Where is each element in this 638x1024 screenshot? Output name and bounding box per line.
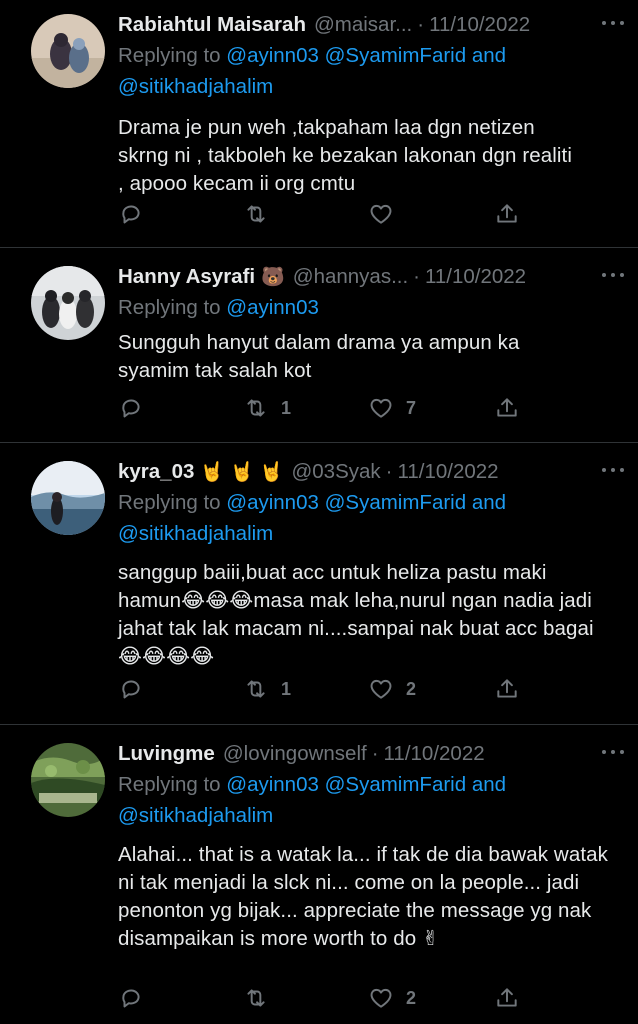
reply-button[interactable]: [118, 983, 144, 1013]
tweet-date[interactable]: 11/10/2022: [397, 457, 498, 487]
like-button[interactable]: [368, 199, 406, 229]
retweet-count: 1: [281, 397, 292, 418]
share-button[interactable]: [494, 393, 520, 423]
user-handle[interactable]: @03Syak: [291, 457, 380, 487]
reply-icon: [122, 399, 140, 418]
like-button[interactable]: 2: [368, 674, 416, 704]
retweet-button[interactable]: [243, 983, 281, 1013]
replying-label: Replying to: [118, 296, 227, 319]
replying-to: Replying to @ayinn03 @SyamimFarid and @s…: [118, 40, 618, 102]
tweet[interactable]: kyra_03 🤘 🤘 🤘 @03Syak · 11/10/2022 Reply…: [0, 443, 638, 725]
avatar[interactable]: [31, 266, 105, 340]
user-handle[interactable]: @maisar...: [314, 10, 412, 40]
retweet-button[interactable]: 1: [243, 674, 291, 704]
like-button[interactable]: 7: [368, 393, 416, 423]
separator-dot: ·: [385, 460, 393, 483]
replying-label: Replying to: [118, 491, 227, 514]
separator-dot: ·: [371, 742, 379, 765]
tweet-text: sanggup baiii,buat acc untuk heliza past…: [118, 561, 594, 668]
avatar[interactable]: [31, 743, 105, 817]
tweet[interactable]: Rabiahtul Maisarah @maisar... · 11/10/20…: [0, 0, 638, 248]
name-emoji: 🤘 🤘 🤘: [200, 461, 284, 483]
action-bar: 1 7: [118, 393, 518, 423]
action-bar: 2: [118, 983, 518, 1013]
retweet-button[interactable]: [243, 199, 281, 229]
replying-label: Replying to: [118, 44, 227, 67]
replying-to: Replying to @ayinn03 @SyamimFarid and @s…: [118, 487, 618, 549]
reply-icon: [122, 989, 140, 1008]
reply-icon: [122, 205, 140, 224]
retweet-button[interactable]: 1: [243, 393, 291, 423]
retweet-icon: [247, 680, 265, 698]
tweet-date[interactable]: 11/10/2022: [425, 262, 526, 292]
tweet-header: Hanny Asyrafi 🐻 @hannyas... · 11/10/2022: [118, 262, 618, 292]
avatar[interactable]: [31, 14, 105, 88]
like-count: 2: [406, 987, 417, 1008]
share-icon: [497, 988, 517, 1007]
user-handle[interactable]: @lovingownself: [223, 739, 367, 769]
retweet-count: 1: [281, 678, 292, 699]
display-name[interactable]: Luvingme: [118, 739, 215, 769]
display-name[interactable]: Hanny Asyrafi: [118, 262, 255, 292]
retweet-icon: [247, 989, 265, 1007]
mention-link[interactable]: @ayinn03: [226, 296, 319, 319]
tweet-header: kyra_03 🤘 🤘 🤘 @03Syak · 11/10/2022: [118, 457, 618, 487]
share-icon: [497, 204, 517, 223]
mention-link[interactable]: @sitikhadjahalim: [118, 75, 273, 98]
like-count: 7: [406, 397, 417, 418]
mention-links[interactable]: @ayinn03 @SyamimFarid and: [226, 491, 506, 514]
mention-links[interactable]: @ayinn03 @SyamimFarid and: [226, 773, 506, 796]
heart-icon: [370, 679, 392, 699]
share-button[interactable]: [494, 199, 520, 229]
share-button[interactable]: [494, 674, 520, 704]
more-options-icon[interactable]: [602, 455, 624, 485]
tweet-date[interactable]: 11/10/2022: [384, 739, 485, 769]
tweet[interactable]: Hanny Asyrafi 🐻 @hannyas... · 11/10/2022…: [0, 248, 638, 443]
tweet-header: Luvingme @lovingownself · 11/10/2022: [118, 739, 618, 769]
retweet-icon: [247, 399, 265, 417]
tweet-header: Rabiahtul Maisarah @maisar... · 11/10/20…: [118, 10, 618, 40]
replying-to: Replying to @ayinn03 @SyamimFarid and @s…: [118, 769, 618, 831]
replying-to: Replying to @ayinn03: [118, 292, 618, 323]
share-button[interactable]: [494, 983, 520, 1013]
mention-link[interactable]: @sitikhadjahalim: [118, 522, 273, 545]
share-icon: [497, 679, 517, 698]
action-bar: [118, 199, 518, 229]
heart-icon: [370, 398, 392, 418]
display-name[interactable]: kyra_03: [118, 457, 194, 487]
tweet-date[interactable]: 11/10/2022: [429, 10, 530, 40]
separator-dot: ·: [413, 265, 420, 288]
replying-label: Replying to: [118, 773, 227, 796]
action-bar: 1 2: [118, 674, 518, 704]
reply-feed: Rabiahtul Maisarah @maisar... · 11/10/20…: [0, 0, 638, 1024]
reply-button[interactable]: [118, 674, 144, 704]
user-handle[interactable]: @hannyas...: [293, 262, 408, 292]
like-count: 2: [406, 678, 417, 699]
share-icon: [497, 398, 517, 417]
more-options-icon[interactable]: [602, 8, 624, 38]
separator-dot: ·: [417, 13, 425, 36]
more-options-icon[interactable]: [602, 737, 624, 767]
mention-link[interactable]: @sitikhadjahalim: [118, 804, 273, 827]
display-name[interactable]: Rabiahtul Maisarah: [118, 10, 306, 40]
tweet[interactable]: Luvingme @lovingownself · 11/10/2022 Rep…: [0, 725, 638, 1024]
mention-links[interactable]: @ayinn03 @SyamimFarid and: [226, 44, 506, 67]
avatar[interactable]: [31, 461, 105, 535]
reply-button[interactable]: [118, 199, 144, 229]
retweet-icon: [247, 205, 265, 223]
heart-icon: [370, 988, 392, 1008]
tweet-text: Sungguh hanyut dalam drama ya ampun ka s…: [118, 331, 520, 382]
tweet-text: Drama je pun weh ,takpaham laa dgn netiz…: [118, 116, 573, 195]
name-emoji: 🐻: [261, 266, 285, 288]
like-button[interactable]: 2: [368, 983, 416, 1013]
reply-button[interactable]: [118, 393, 144, 423]
heart-icon: [370, 204, 392, 224]
more-options-icon[interactable]: [602, 260, 624, 290]
reply-icon: [122, 680, 140, 699]
tweet-text: Alahai... that is a watak la... if tak d…: [118, 843, 608, 950]
